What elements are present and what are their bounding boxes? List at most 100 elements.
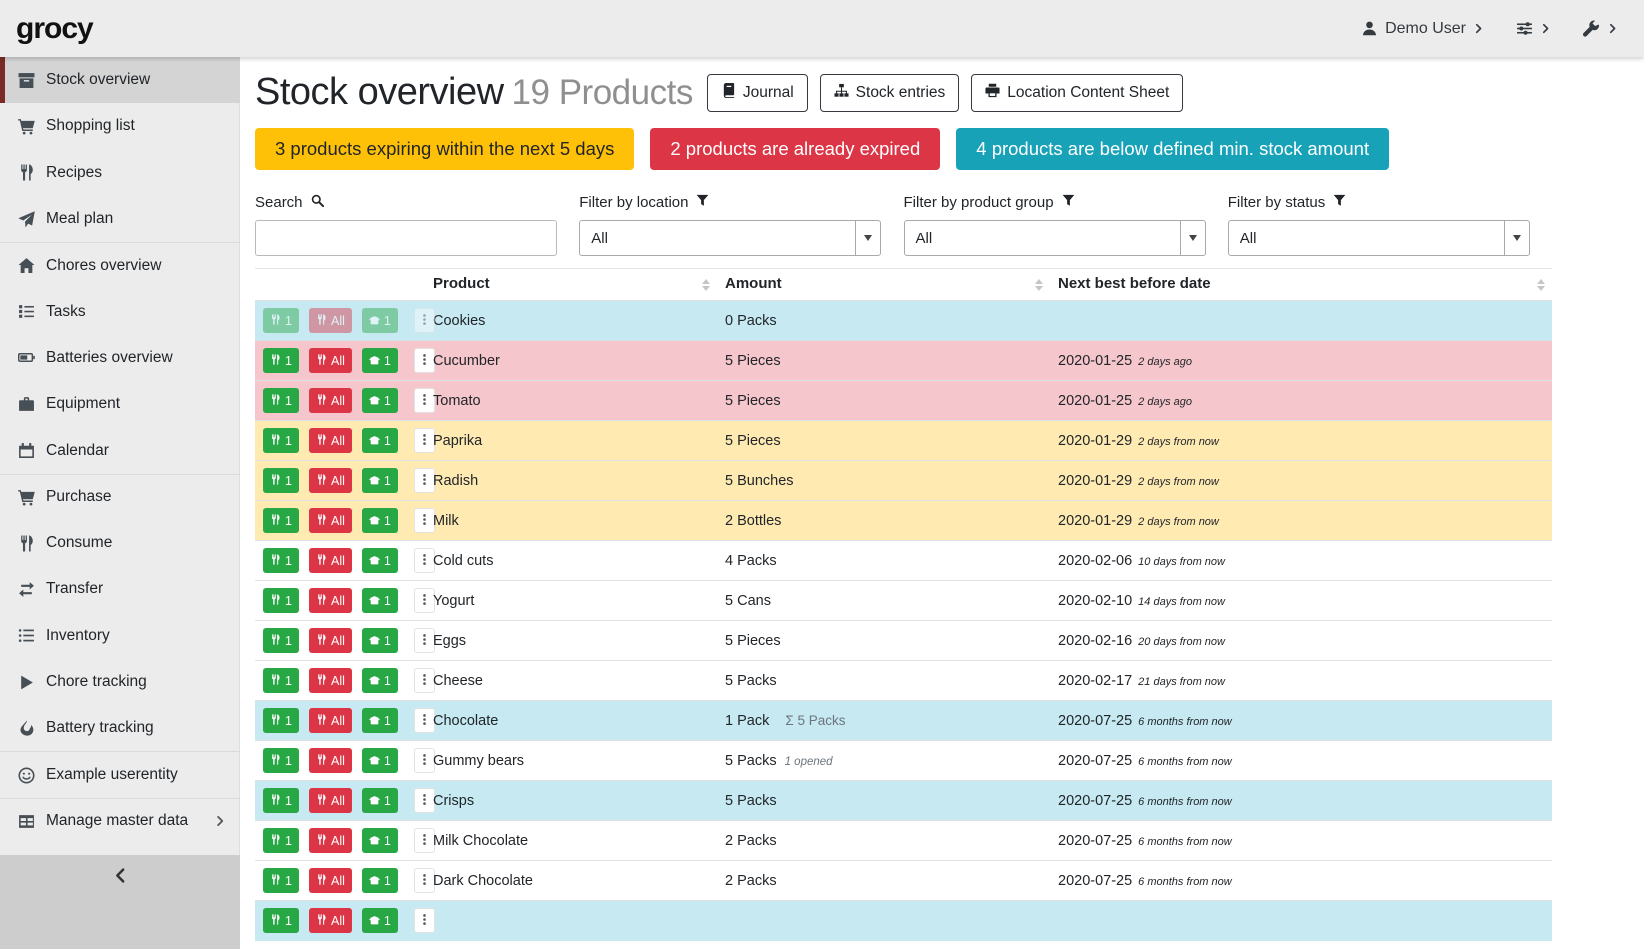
- row-menu-button[interactable]: [414, 508, 435, 533]
- consume-one-button[interactable]: 1: [263, 588, 299, 613]
- column-header-product[interactable]: Product: [425, 269, 717, 301]
- consume-all-button[interactable]: All: [309, 388, 352, 413]
- sidebar-item-stock-overview[interactable]: Stock overview: [0, 57, 240, 103]
- row-menu-button[interactable]: [414, 828, 435, 853]
- row-menu-button[interactable]: [414, 908, 435, 933]
- consume-one-button[interactable]: 1: [263, 828, 299, 853]
- column-header-next-best-before-date[interactable]: Next best before date: [1050, 269, 1552, 301]
- sidebar-item-shopping-list[interactable]: Shopping list: [0, 103, 240, 149]
- row-menu-button[interactable]: [414, 468, 435, 493]
- location-filter-select[interactable]: All: [579, 220, 881, 256]
- consume-all-button[interactable]: All: [309, 508, 352, 533]
- consume-all-button[interactable]: All: [309, 868, 352, 893]
- banner-expiring[interactable]: 3 products expiring within the next 5 da…: [255, 128, 634, 170]
- row-menu-button[interactable]: [414, 628, 435, 653]
- sidebar-item-chore-tracking[interactable]: Chore tracking: [0, 659, 240, 705]
- consume-all-button[interactable]: All: [309, 708, 352, 733]
- consume-all-button[interactable]: All: [309, 308, 352, 333]
- consume-one-button[interactable]: 1: [263, 308, 299, 333]
- consume-all-button[interactable]: All: [309, 468, 352, 493]
- consume-one-button[interactable]: 1: [263, 668, 299, 693]
- row-menu-button[interactable]: [414, 708, 435, 733]
- row-menu-button[interactable]: [414, 668, 435, 693]
- consume-all-button[interactable]: All: [309, 668, 352, 693]
- sidebar-item-manage-master-data[interactable]: Manage master data: [0, 798, 240, 844]
- banner-expired[interactable]: 2 products are already expired: [650, 128, 940, 170]
- consume-one-button[interactable]: 1: [263, 348, 299, 373]
- open-one-button[interactable]: 1: [362, 708, 398, 733]
- open-one-button[interactable]: 1: [362, 748, 398, 773]
- open-one-button[interactable]: 1: [362, 628, 398, 653]
- sidebar-item-consume[interactable]: Consume: [0, 520, 240, 566]
- search-input[interactable]: [255, 220, 557, 256]
- sidebar-item-calendar[interactable]: Calendar: [0, 427, 240, 473]
- sidebar-item-chores-overview[interactable]: Chores overview: [0, 242, 240, 288]
- sidebar-item-recipes[interactable]: Recipes: [0, 150, 240, 196]
- consume-one-button[interactable]: 1: [263, 868, 299, 893]
- open-one-button[interactable]: 1: [362, 588, 398, 613]
- consume-all-button[interactable]: All: [309, 908, 352, 933]
- open-one-button[interactable]: 1: [362, 348, 398, 373]
- row-menu-button[interactable]: [414, 588, 435, 613]
- product-group-filter-select[interactable]: All: [904, 220, 1206, 256]
- stock-entries-button[interactable]: Stock entries: [820, 74, 960, 112]
- row-menu-button[interactable]: [414, 548, 435, 573]
- consume-one-button[interactable]: 1: [263, 468, 299, 493]
- open-one-button[interactable]: 1: [362, 468, 398, 493]
- open-one-button[interactable]: 1: [362, 868, 398, 893]
- consume-all-button[interactable]: All: [309, 428, 352, 453]
- consume-one-button[interactable]: 1: [263, 708, 299, 733]
- consume-one-button[interactable]: 1: [263, 388, 299, 413]
- sidebar-item-batteries-overview[interactable]: Batteries overview: [0, 335, 240, 381]
- status-filter-select[interactable]: All: [1228, 220, 1530, 256]
- row-menu-button[interactable]: [414, 868, 435, 893]
- consume-all-button[interactable]: All: [309, 788, 352, 813]
- consume-one-button[interactable]: 1: [263, 908, 299, 933]
- sidebar-item-purchase[interactable]: Purchase: [0, 474, 240, 520]
- user-menu[interactable]: Demo User: [1361, 20, 1484, 38]
- consume-all-button[interactable]: All: [309, 628, 352, 653]
- open-one-button[interactable]: 1: [362, 908, 398, 933]
- stock-settings-menu[interactable]: [1516, 20, 1551, 37]
- consume-one-button[interactable]: 1: [263, 548, 299, 573]
- consume-one-button[interactable]: 1: [263, 628, 299, 653]
- consume-all-button[interactable]: All: [309, 588, 352, 613]
- row-menu-button[interactable]: [414, 788, 435, 813]
- row-menu-button[interactable]: [414, 428, 435, 453]
- admin-menu[interactable]: [1583, 20, 1618, 37]
- open-one-button[interactable]: 1: [362, 428, 398, 453]
- sidebar-item-equipment[interactable]: Equipment: [0, 381, 240, 427]
- grocy-logo[interactable]: grocy: [16, 12, 93, 46]
- open-one-button[interactable]: 1: [362, 308, 398, 333]
- sidebar-item-tasks[interactable]: Tasks: [0, 288, 240, 334]
- open-one-button[interactable]: 1: [362, 548, 398, 573]
- sidebar-item-example-userentity[interactable]: Example userentity: [0, 751, 240, 797]
- sidebar-item-battery-tracking[interactable]: Battery tracking: [0, 705, 240, 751]
- consume-all-button[interactable]: All: [309, 828, 352, 853]
- banner-below-min[interactable]: 4 products are below defined min. stock …: [956, 128, 1389, 170]
- row-menu-button[interactable]: [414, 348, 435, 373]
- consume-one-button[interactable]: 1: [263, 788, 299, 813]
- sidebar-item-transfer[interactable]: Transfer: [0, 566, 240, 612]
- sidebar-collapse-button[interactable]: [112, 867, 129, 884]
- consume-one-button[interactable]: 1: [263, 428, 299, 453]
- location-content-sheet-button[interactable]: Location Content Sheet: [971, 74, 1183, 112]
- open-one-button[interactable]: 1: [362, 508, 398, 533]
- open-one-button[interactable]: 1: [362, 668, 398, 693]
- consume-one-button[interactable]: 1: [263, 748, 299, 773]
- sidebar-item-meal-plan[interactable]: Meal plan: [0, 196, 240, 242]
- journal-button[interactable]: Journal: [707, 74, 808, 112]
- column-header-amount[interactable]: Amount: [717, 269, 1050, 301]
- consume-one-button[interactable]: 1: [263, 508, 299, 533]
- sidebar-item-inventory[interactable]: Inventory: [0, 613, 240, 659]
- row-menu-button[interactable]: [414, 308, 435, 333]
- open-one-button[interactable]: 1: [362, 828, 398, 853]
- consume-all-button[interactable]: All: [309, 548, 352, 573]
- date-relative-note: 10 days from now: [1138, 556, 1225, 568]
- open-one-button[interactable]: 1: [362, 388, 398, 413]
- consume-all-button[interactable]: All: [309, 748, 352, 773]
- row-menu-button[interactable]: [414, 388, 435, 413]
- consume-all-button[interactable]: All: [309, 348, 352, 373]
- row-menu-button[interactable]: [414, 748, 435, 773]
- open-one-button[interactable]: 1: [362, 788, 398, 813]
